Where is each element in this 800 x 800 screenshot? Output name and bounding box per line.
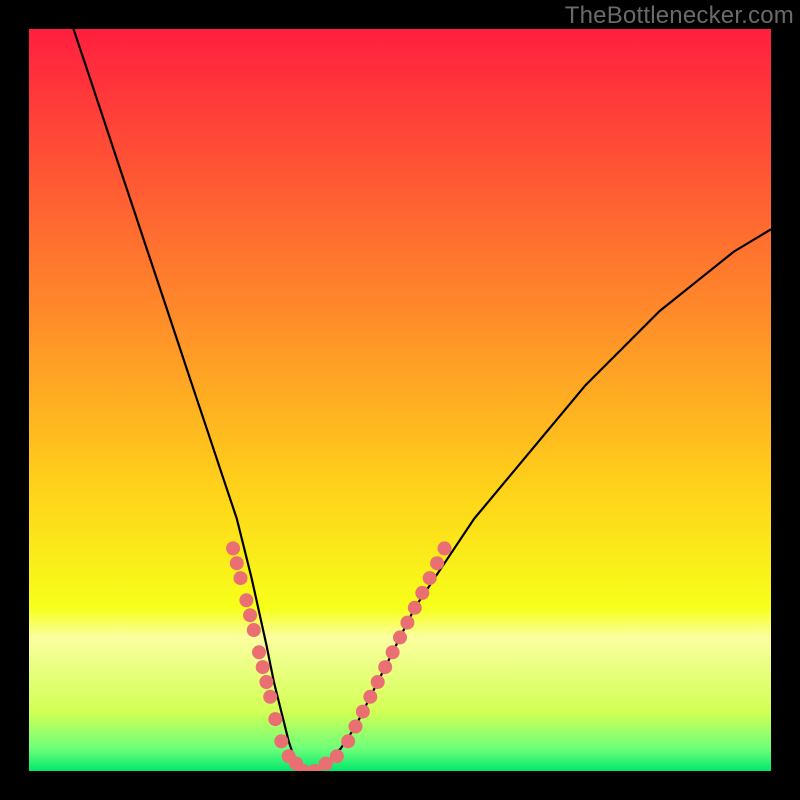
- highlight-dot: [415, 586, 429, 600]
- highlight-dot: [230, 556, 244, 570]
- highlight-dot: [341, 734, 355, 748]
- highlight-dot: [400, 616, 414, 630]
- highlight-dot: [274, 734, 288, 748]
- highlight-dot: [263, 690, 277, 704]
- highlight-dot: [393, 630, 407, 644]
- bottleneck-chart: [29, 29, 771, 771]
- highlight-dot: [386, 645, 400, 659]
- highlight-dot: [423, 571, 437, 585]
- highlight-dot: [247, 623, 261, 637]
- highlight-dot: [371, 675, 385, 689]
- highlight-dot: [330, 749, 344, 763]
- highlight-dot: [259, 675, 273, 689]
- highlight-dot: [430, 556, 444, 570]
- highlight-dot: [356, 705, 370, 719]
- highlight-dot: [252, 645, 266, 659]
- highlight-dot: [268, 712, 282, 726]
- highlight-dot: [256, 660, 270, 674]
- highlight-dot: [408, 601, 422, 615]
- highlight-dot: [239, 593, 253, 607]
- highlight-dot: [243, 608, 257, 622]
- highlight-dot: [363, 690, 377, 704]
- highlight-dot: [438, 541, 452, 555]
- highlight-dot: [349, 720, 363, 734]
- chart-frame: [29, 29, 771, 771]
- watermark-text: TheBottlenecker.com: [565, 2, 794, 30]
- highlight-dot: [226, 541, 240, 555]
- highlight-dot: [234, 571, 248, 585]
- highlight-dot: [378, 660, 392, 674]
- gradient-background: [29, 29, 771, 771]
